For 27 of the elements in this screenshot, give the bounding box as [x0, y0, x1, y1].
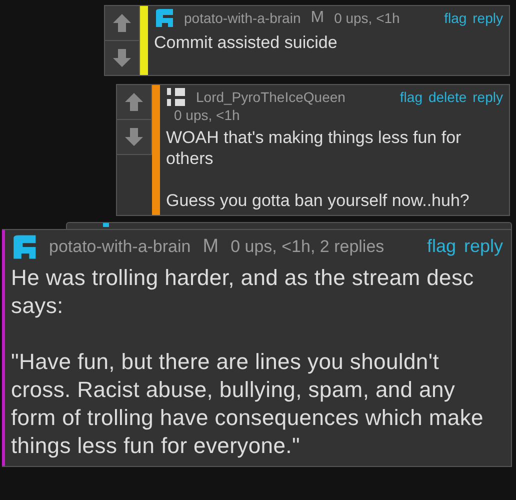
up-arrow-icon[interactable]: [112, 13, 132, 33]
comment-text: Commit assisted suicide: [154, 32, 338, 53]
comment-meta: 0 ups, <1h: [173, 107, 241, 123]
comment-meta: 0 ups, <1h: [334, 10, 400, 26]
comment-meta: 0 ups, <1h, 2 replies: [230, 237, 384, 257]
comment-text: He was trolling harder, and as the stream desc says:: [11, 264, 475, 320]
up-arrow-icon[interactable]: [124, 92, 144, 112]
avatar-icon[interactable]: [154, 8, 174, 28]
mod-label: M: [202, 236, 219, 258]
username[interactable]: potato-with-a-brain: [49, 237, 191, 257]
action-link[interactable]: flag: [444, 10, 467, 26]
action-link[interactable]: reply: [472, 89, 503, 105]
avatar-icon[interactable]: [166, 87, 186, 107]
action-link[interactable]: flag: [400, 89, 422, 105]
action-link[interactable]: reply: [464, 236, 503, 257]
action-link[interactable]: flag: [426, 236, 456, 257]
comment-text: "Have fun, but there are lines you shouldn't cross. Racist abuse, bullying, spam, and any form of trolling have consequences which make things less fun for everyone.": [11, 348, 484, 460]
down-arrow-icon[interactable]: [112, 48, 132, 68]
down-arrow-icon[interactable]: [124, 127, 144, 147]
action-link[interactable]: reply: [472, 10, 503, 26]
action-link[interactable]: delete: [428, 89, 467, 105]
comment-text: WOAH that's making things less fun for others: [166, 127, 462, 169]
avatar-icon[interactable]: [11, 234, 37, 260]
mod-label: M: [310, 9, 324, 27]
username[interactable]: Lord_PyroTheIceQueen: [196, 89, 346, 105]
comment-text: Guess you gotta ban yourself now..huh?: [166, 190, 470, 211]
username[interactable]: potato-with-a-brain: [184, 10, 301, 26]
